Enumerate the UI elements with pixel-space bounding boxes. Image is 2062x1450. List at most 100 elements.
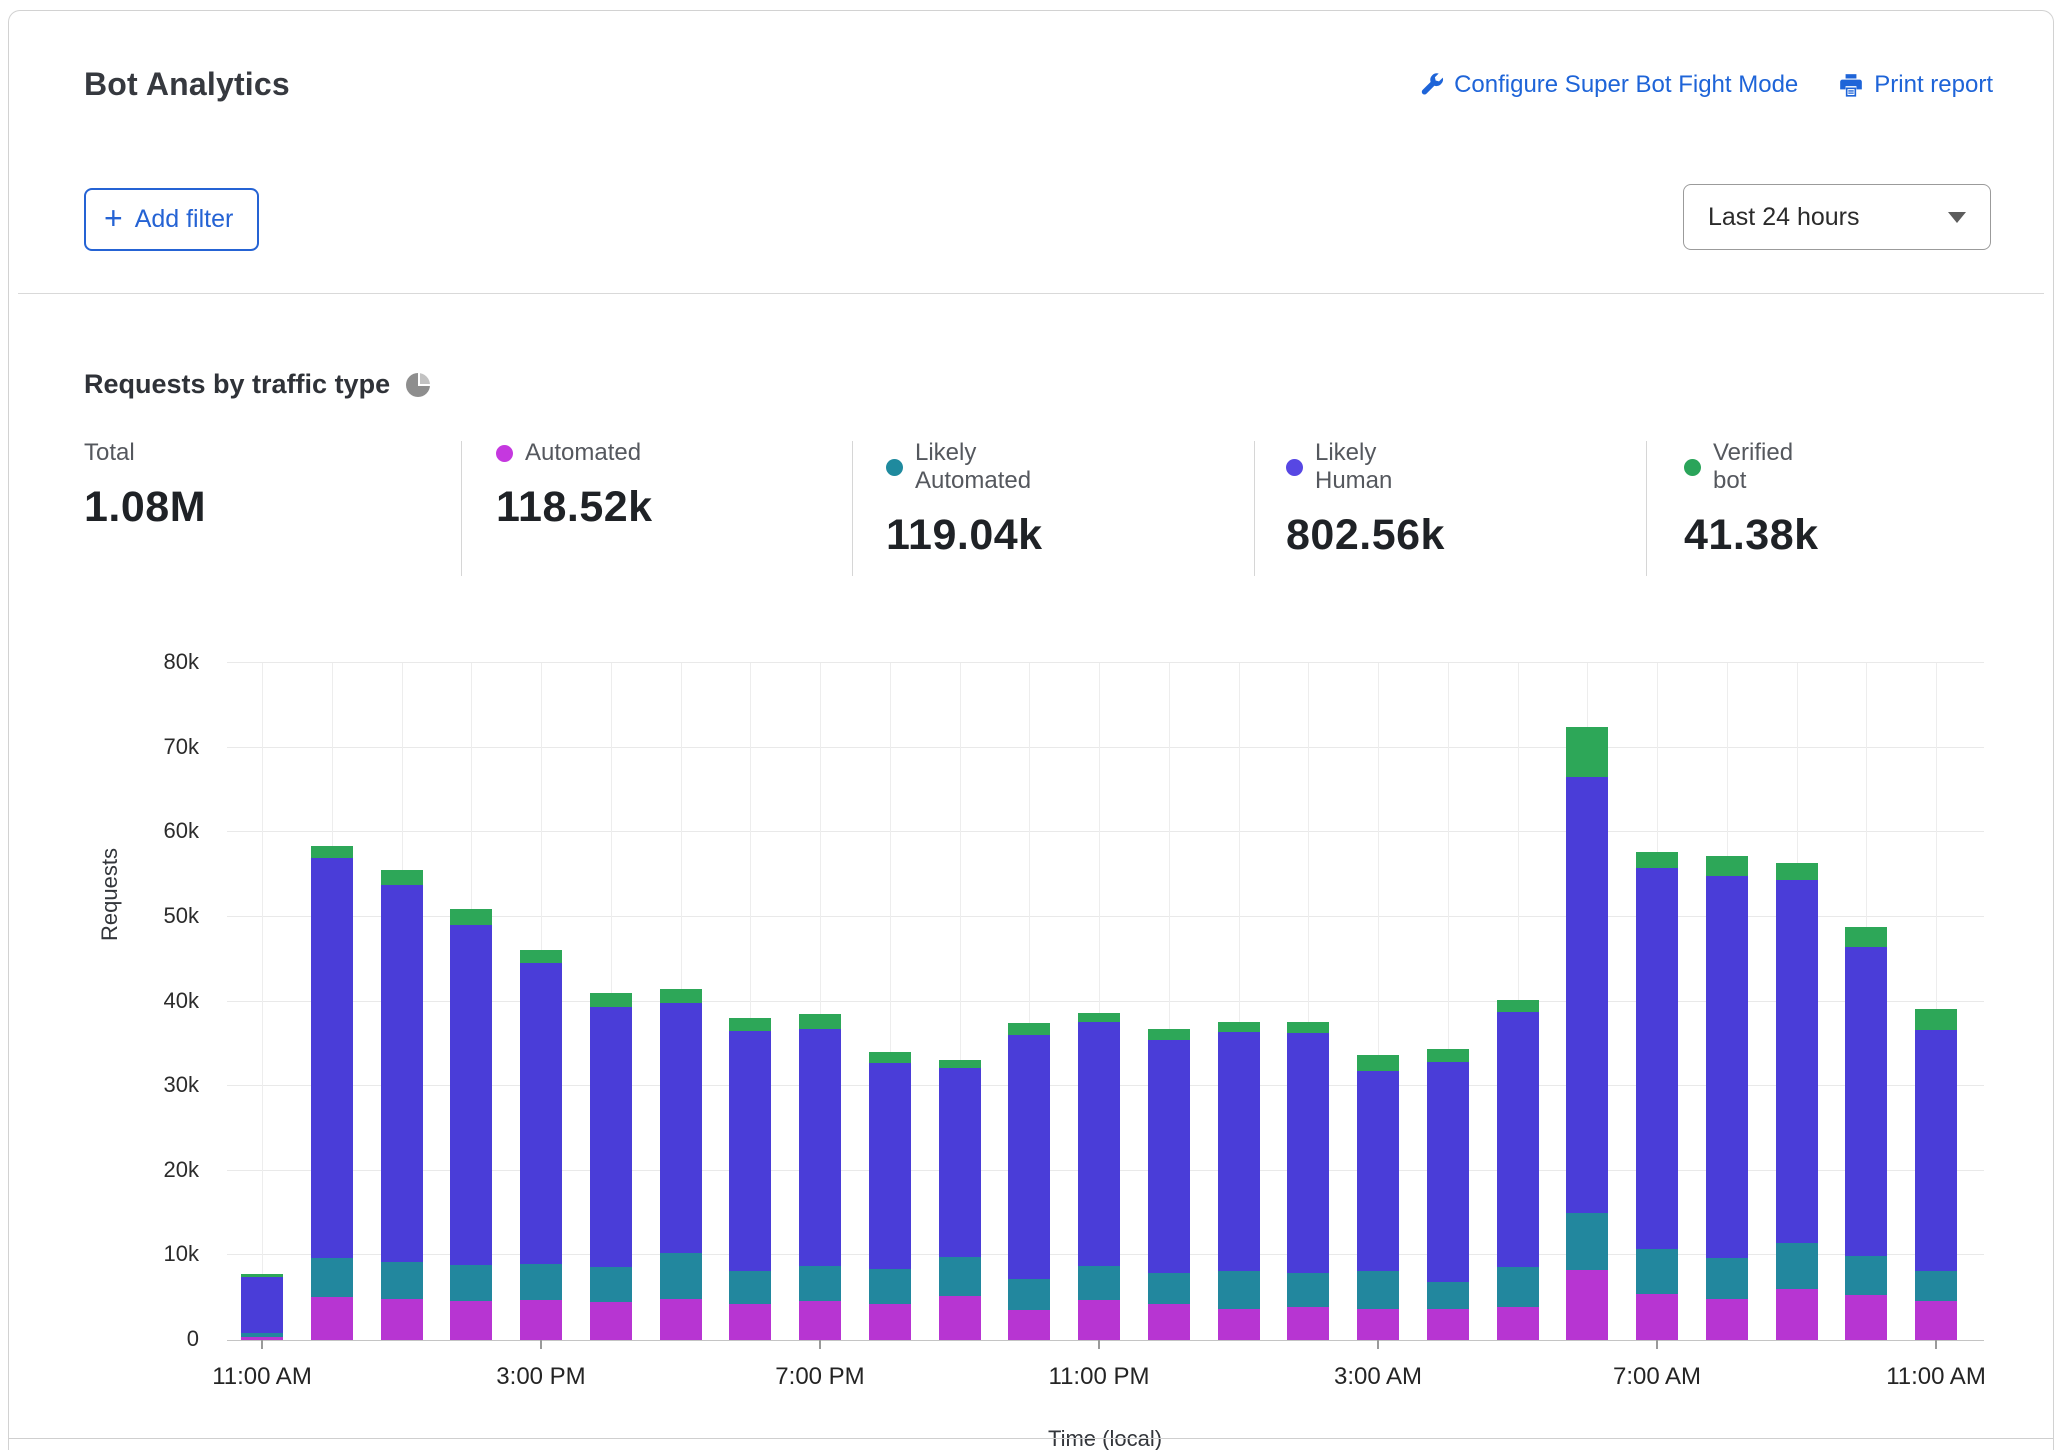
segment-automated (729, 1304, 771, 1340)
stat-divider (1646, 441, 1647, 576)
segment-likely-human (1287, 1033, 1329, 1273)
segment-verified-bot (1148, 1029, 1190, 1040)
x-tick-mark (1935, 1340, 1937, 1349)
bar-600am (1566, 727, 1608, 1340)
bar-700am (1636, 852, 1678, 1340)
segment-likely-human (381, 885, 423, 1262)
segment-likely-human (1218, 1032, 1260, 1271)
segment-automated (869, 1304, 911, 1340)
bar-1200pm (311, 846, 353, 1340)
stat-total: Total 1.08M (84, 439, 206, 532)
gridline-v (960, 663, 961, 1340)
gridline-h (227, 747, 1984, 748)
y-tick-label: 30k (139, 1072, 199, 1098)
segment-automated (311, 1297, 353, 1340)
segment-likely-human (729, 1031, 771, 1270)
y-tick-label: 0 (139, 1326, 199, 1352)
stat-total-value: 1.08M (84, 483, 206, 532)
gridline-v (890, 663, 891, 1340)
stat-automated: Automated 118.52k (496, 439, 653, 532)
x-tick-mark (1098, 1340, 1100, 1349)
segment-verified-bot (520, 950, 562, 963)
y-axis: 010k20k30k40k50k60k70k80k (9, 663, 199, 1340)
segment-verified-bot (660, 989, 702, 1003)
stat-likely-automated-label: Likely Automated (915, 439, 1043, 495)
stat-likely-human: Likely Human 802.56k (1286, 439, 1445, 560)
segment-automated (660, 1299, 702, 1340)
page-title: Bot Analytics (84, 66, 290, 103)
gridline-v (1727, 663, 1728, 1340)
stat-divider (461, 441, 462, 576)
segment-likely-automated (1566, 1213, 1608, 1270)
segment-verified-bot (1776, 863, 1818, 880)
stat-verified-bot: Verified bot 41.38k (1684, 439, 1819, 560)
segment-likely-human (939, 1068, 981, 1257)
x-tick-label: 11:00 PM (1009, 1363, 1189, 1391)
segment-automated (1287, 1307, 1329, 1340)
time-range-value: Last 24 hours (1708, 203, 1860, 232)
segment-likely-automated (1218, 1271, 1260, 1308)
segment-likely-automated (729, 1271, 771, 1304)
gridline-h (227, 916, 1984, 917)
segment-automated (1497, 1307, 1539, 1340)
segment-automated (1078, 1300, 1120, 1340)
gridline-h (227, 1170, 1984, 1171)
segment-likely-human (1845, 947, 1887, 1257)
plus-icon: + (104, 202, 123, 234)
y-tick-label: 40k (139, 988, 199, 1014)
segment-likely-automated (1427, 1282, 1469, 1308)
segment-likely-human (241, 1277, 283, 1333)
gridline-v (332, 663, 333, 1340)
segment-likely-automated (1706, 1258, 1748, 1299)
segment-likely-human (590, 1007, 632, 1268)
configure-super-bot-fight-mode-link[interactable]: Configure Super Bot Fight Mode (1418, 71, 1798, 99)
stat-likely-human-value: 802.56k (1286, 511, 1445, 560)
segment-automated (1008, 1310, 1050, 1340)
time-range-select[interactable]: Last 24 hours (1683, 184, 1991, 250)
bar-400pm (590, 993, 632, 1340)
segment-verified-bot (1078, 1013, 1120, 1022)
bar-100pm (381, 870, 423, 1340)
segment-likely-automated (1636, 1249, 1678, 1295)
bar-1000am (1845, 927, 1887, 1340)
chevron-down-icon (1948, 212, 1966, 223)
gridline-v (1936, 663, 1937, 1340)
x-tick-mark (1377, 1340, 1379, 1349)
section-title: Requests by traffic type (84, 369, 430, 400)
segment-automated (1915, 1301, 1957, 1340)
gridline-v (1866, 663, 1867, 1340)
bar-400am (1427, 1049, 1469, 1340)
segment-likely-automated (1357, 1271, 1399, 1309)
analytics-card: Bot Analytics Configure Super Bot Fight … (8, 10, 2054, 1450)
stat-likely-automated-value: 119.04k (886, 511, 1043, 560)
bar-600pm (729, 1018, 771, 1340)
gridline-v (1518, 663, 1519, 1340)
segment-likely-human (1427, 1062, 1469, 1283)
stat-divider (1254, 441, 1255, 576)
print-report-link[interactable]: Print report (1838, 71, 1993, 99)
card-bottom-divider (9, 1438, 2053, 1439)
gridline-h (227, 662, 1984, 663)
y-tick-label: 60k (139, 818, 199, 844)
configure-link-label: Configure Super Bot Fight Mode (1454, 71, 1798, 99)
bar-200pm (450, 909, 492, 1340)
stat-divider (852, 441, 853, 576)
segment-likely-automated (520, 1264, 562, 1300)
x-tick-label: 11:00 AM (1846, 1363, 2026, 1391)
segment-likely-human (869, 1063, 911, 1269)
gridline-v (611, 663, 612, 1340)
add-filter-button[interactable]: + Add filter (84, 188, 259, 251)
segment-automated (1636, 1294, 1678, 1340)
segment-automated (799, 1301, 841, 1340)
segment-likely-automated (590, 1267, 632, 1302)
segment-likely-human (1915, 1030, 1957, 1271)
add-filter-label: Add filter (135, 205, 234, 234)
segment-likely-automated (381, 1262, 423, 1299)
segment-likely-human (1776, 880, 1818, 1243)
bar-100am (1218, 1022, 1260, 1340)
segment-likely-automated (1148, 1273, 1190, 1304)
segment-automated (1427, 1309, 1469, 1340)
gridline-v (262, 663, 263, 1340)
stat-verified-bot-value: 41.38k (1684, 511, 1819, 560)
x-tick-label: 11:00 AM (172, 1363, 352, 1391)
